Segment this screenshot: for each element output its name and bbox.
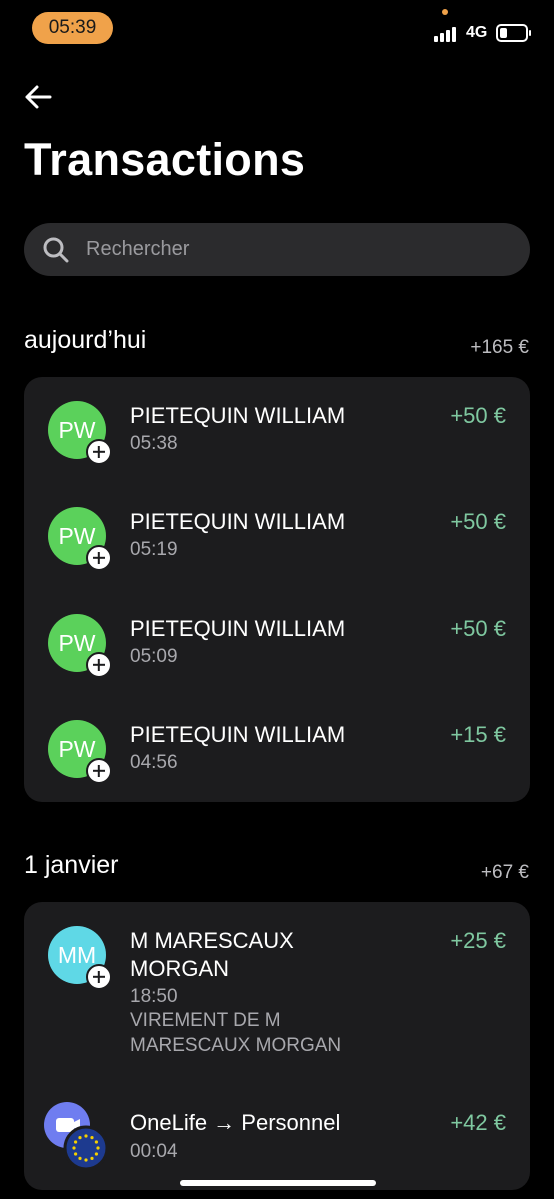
internal-transfer-eu-icon [44,1102,108,1170]
transaction-name: PIETEQUIN WILLIAM [130,616,346,641]
transactions-card-today: PW PIETEQUIN WILLIAM 05:38 +50 € PW PIET… [24,377,530,802]
battery-icon [496,24,531,42]
transaction-name-line1: M MARESCAUX [130,928,294,953]
transaction-amount: +15 € [450,722,506,747]
status-bar: 05:39 4G [0,0,554,56]
section-total-jan1: +67 € [480,862,529,883]
transaction-time: 05:09 [130,646,178,667]
transaction-time: 05:19 [130,539,178,560]
transaction-name: PIETEQUIN WILLIAM [130,509,346,534]
status-time: 05:39 [32,12,113,44]
transaction-name: PIETEQUIN WILLIAM [130,403,346,428]
transaction-row[interactable]: OneLife → Personnel 00:04 +42 € [24,1080,530,1190]
transaction-time: 00:04 [130,1141,178,1162]
plus-badge-icon [86,758,112,784]
section-title-today: aujourd’hui [24,326,147,354]
plus-badge-icon [86,545,112,571]
home-indicator[interactable] [180,1180,376,1186]
back-arrow-icon[interactable] [24,84,52,110]
transaction-row[interactable]: PW PIETEQUIN WILLIAM 04:56 +15 € [24,695,530,802]
search-bar[interactable] [24,223,530,276]
indicator-dot-icon [442,9,448,15]
transaction-row[interactable]: PW PIETEQUIN WILLIAM 05:38 +50 € [24,377,530,483]
plus-badge-icon [86,439,112,465]
transaction-row[interactable]: MM M MARESCAUX MORGAN 18:50 VIREMENT DE … [24,902,530,1080]
search-icon [43,237,69,263]
plus-badge-icon [86,964,112,990]
transaction-name-line2: MORGAN [130,956,229,981]
transaction-amount: +50 € [450,509,506,534]
transaction-amount: +25 € [450,928,506,953]
transaction-time: 05:38 [130,433,178,454]
transactions-card-jan1: MM M MARESCAUX MORGAN 18:50 VIREMENT DE … [24,902,530,1190]
network-type: 4G [466,24,488,41]
transaction-amount: +50 € [450,616,506,641]
search-input[interactable] [86,223,506,276]
section-title-jan1: 1 janvier [24,851,119,879]
transaction-name: PIETEQUIN WILLIAM [130,722,346,747]
transaction-row[interactable]: PW PIETEQUIN WILLIAM 05:09 +50 € [24,589,530,695]
page-title: Transactions [24,134,306,185]
transaction-time: 04:56 [130,752,178,773]
transaction-time: 18:50 [130,986,178,1007]
signal-icon [434,26,460,42]
transaction-name: OneLife → Personnel [130,1110,341,1135]
plus-badge-icon [86,652,112,678]
transaction-amount: +42 € [450,1110,506,1135]
transaction-description-line1: VIREMENT DE M [130,1010,281,1031]
transaction-row[interactable]: PW PIETEQUIN WILLIAM 05:19 +50 € [24,483,530,589]
section-total-today: +165 € [470,337,529,358]
transaction-description-line2: MARESCAUX MORGAN [130,1035,342,1056]
transaction-amount: +50 € [450,403,506,428]
battery-level [500,28,507,38]
